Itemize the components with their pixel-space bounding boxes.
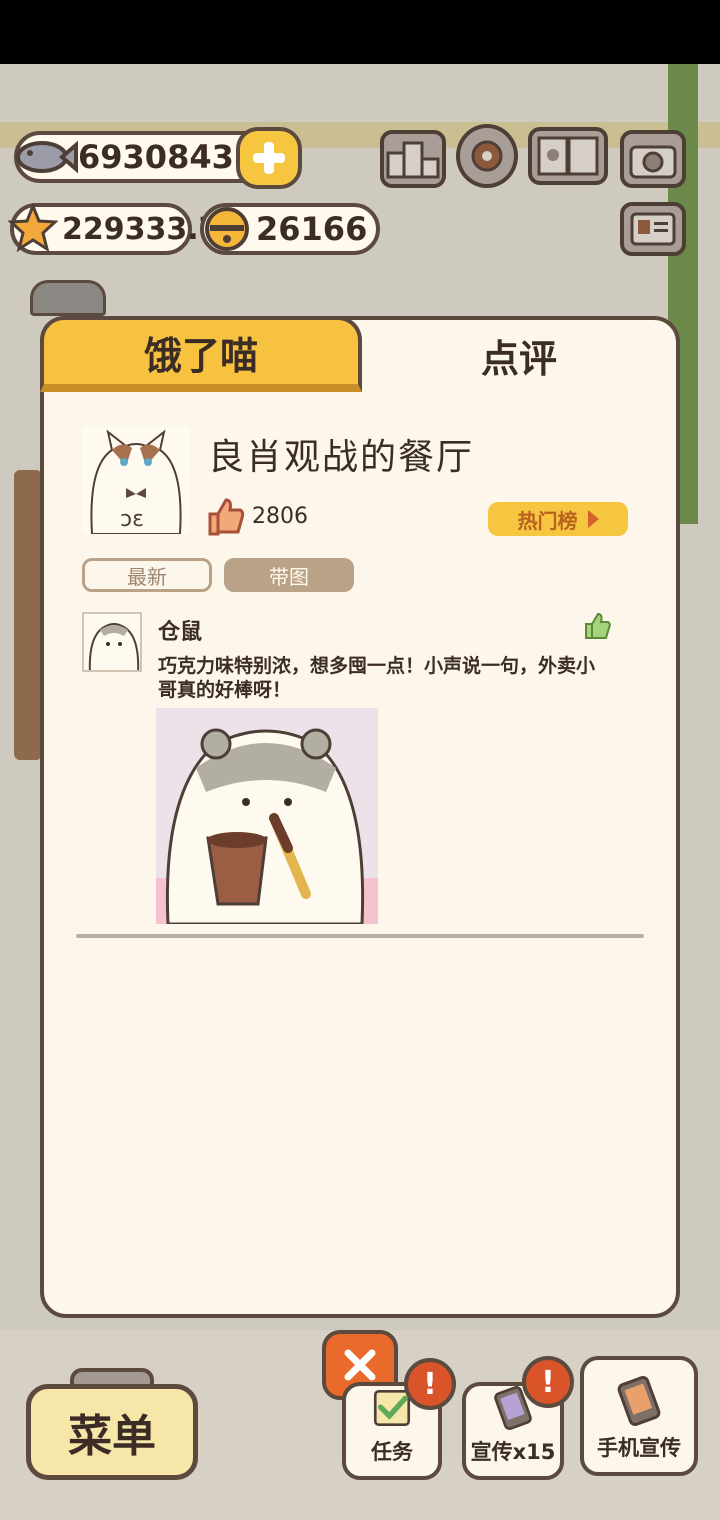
phone-promo-button[interactable]: 手机宣传 (580, 1356, 698, 1476)
restaurant-name: 良肖观战的餐厅 (208, 437, 475, 478)
reviewer-name: 仓鼠 (158, 620, 203, 645)
fish-icon (14, 129, 78, 185)
star-icon (8, 203, 58, 253)
review-text: 巧克力味特别浓，想多囤一点！小声说一句，外卖小哥真的好棒呀！ (158, 655, 596, 701)
camera-button[interactable] (620, 130, 686, 188)
promo-label: 宣传x15 (470, 1440, 556, 1464)
fish-amount: 69308438 (78, 138, 257, 176)
camera-icon (629, 145, 677, 179)
plus-icon (253, 142, 285, 174)
reviewer-avatar (82, 612, 142, 672)
star-currency: 229333.7 (8, 203, 220, 255)
promo-alert-badge: ! (522, 1356, 574, 1408)
card-icon (630, 212, 676, 246)
task-alert-badge: ! (404, 1358, 456, 1410)
play-arrow-icon (587, 510, 599, 528)
ranking-icon (386, 141, 440, 179)
gear-icon (471, 140, 503, 172)
add-fish-button[interactable] (236, 127, 302, 189)
background-awning (30, 280, 106, 316)
filter-newest[interactable]: 最新 (82, 558, 212, 592)
review-like-icon[interactable] (584, 612, 612, 640)
tab-review[interactable]: 点评 (362, 318, 676, 392)
bell-currency: 26166 (200, 203, 380, 255)
task-label: 任务 (371, 1440, 413, 1464)
collection-button[interactable] (528, 127, 608, 185)
status-bar (0, 0, 720, 64)
restaurant-avatar: ɔɛ (82, 426, 190, 534)
review-photo[interactable] (156, 708, 378, 924)
settings-button[interactable] (456, 124, 518, 188)
profile-card-button[interactable] (620, 202, 686, 256)
thumbs-up-icon (206, 496, 246, 536)
tab-hungry-meow[interactable]: 饿了喵 (40, 316, 362, 392)
star-amount: 229333.7 (62, 211, 220, 247)
background-post (14, 470, 42, 760)
menu-button[interactable]: 菜单 (26, 1384, 198, 1480)
restaurant-like-count: 2806 (252, 504, 308, 529)
hot-list-label: 热门榜 (517, 508, 578, 533)
hot-list-button[interactable]: 热门榜 (488, 502, 628, 536)
filter-with-pictures[interactable]: 带图 (224, 558, 354, 592)
phone-icon (617, 1376, 661, 1426)
ranking-button[interactable] (380, 130, 446, 188)
book-icon (537, 136, 599, 176)
svg-text:ɔɛ: ɔɛ (120, 507, 144, 532)
phone-promo-label: 手机宣传 (597, 1436, 681, 1460)
bell-amount: 26166 (256, 210, 368, 248)
bell-icon (202, 203, 252, 253)
divider (76, 934, 644, 938)
close-icon (344, 1349, 376, 1381)
